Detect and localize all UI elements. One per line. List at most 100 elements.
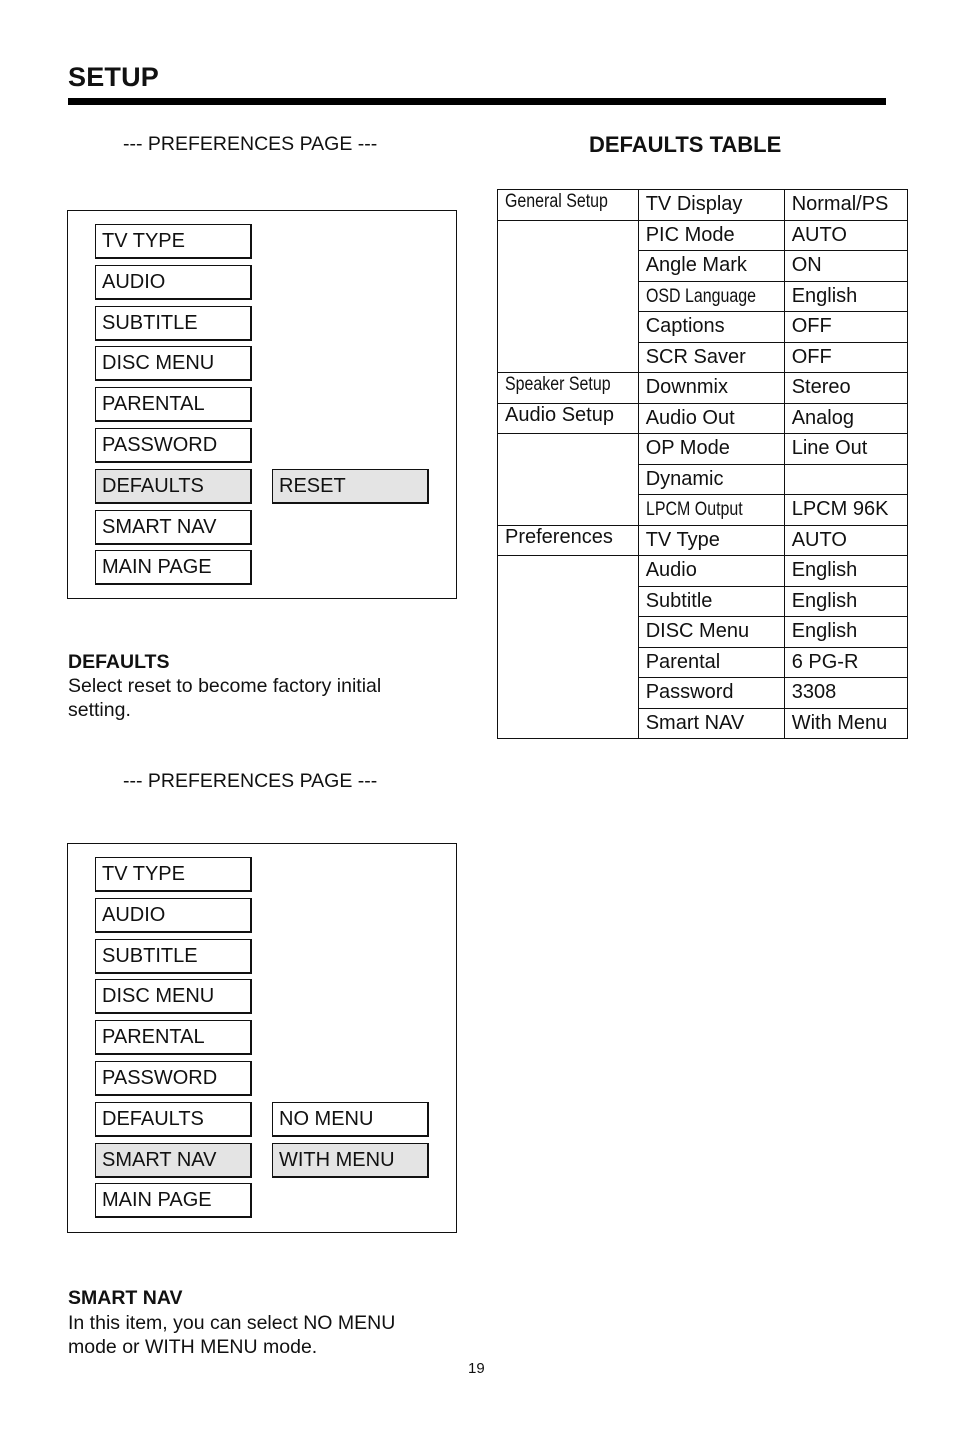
menu-item-subtitle[interactable]: SUBTITLE (95, 938, 252, 974)
setting-value-cell: LPCM 96K (783, 494, 908, 526)
page-title: SETUP (68, 62, 160, 92)
setting-value-cell: OFF (783, 311, 908, 343)
category-cell: General Setup (497, 189, 639, 221)
setting-name-cell: Parental (637, 646, 785, 678)
setting-name: Password (645, 681, 734, 704)
setting-name: OSD Language (645, 285, 756, 307)
setting-value: OFF (791, 315, 832, 338)
setting-name: Audio Out (645, 406, 735, 429)
setting-name: Downmix (645, 376, 728, 399)
menu-item-disc-menu[interactable]: DISC MENU (95, 979, 252, 1015)
category-cell-empty (497, 555, 639, 739)
setting-name-cell: Angle Mark (637, 250, 785, 282)
setting-value-cell: English (783, 585, 908, 617)
menu-item-smart-nav[interactable]: SMART NAV (95, 509, 252, 545)
setting-name-cell: LPCM Output (637, 494, 785, 526)
table-row: General Setup TV Display Normal/PS (497, 189, 908, 221)
setting-value-cell: ON (783, 250, 908, 282)
setting-name: DISC Menu (645, 620, 750, 643)
setting-name: PIC Mode (645, 223, 735, 246)
defaults-table: General Setup TV Display Normal/PS PIC Mode… (497, 189, 908, 739)
setting-value-cell: Normal/PS (783, 189, 908, 221)
setting-value: Stereo (791, 376, 851, 399)
preferences-menu-screen-2: TV TYPE AUDIO SUBTITLE DISC MENU PARENTAL PAS… (67, 843, 457, 1233)
title-rule (68, 98, 886, 105)
menu-item-subtitle[interactable]: SUBTITLE (95, 305, 252, 341)
preferences-page-heading-2: --- PREFERENCES PAGE --- (123, 770, 378, 792)
smart-nav-description-body: In this item, you can select NO MENU mod… (68, 1312, 396, 1358)
smart-nav-description-title: SMART NAV (68, 1287, 183, 1309)
setting-value-cell: English (783, 555, 908, 587)
menu-item-main-page[interactable]: MAIN PAGE (95, 1183, 252, 1219)
menu-item-defaults[interactable]: DEFAULTS (95, 468, 252, 504)
setting-value-cell: Analog (783, 402, 908, 434)
menu-item-disc-menu[interactable]: DISC MENU (95, 346, 252, 382)
setting-name-cell: DISC Menu (637, 616, 785, 648)
setting-value: ON (791, 254, 822, 277)
menu-item-password[interactable]: PASSWORD (95, 428, 252, 463)
setting-name: Smart NAV (645, 711, 745, 734)
menu-item-audio[interactable]: AUDIO (95, 897, 252, 933)
setting-value: AUTO (791, 223, 847, 246)
setting-value-cell: 6 PG-R (783, 646, 908, 678)
setting-name: Parental (645, 650, 721, 673)
setting-value-cell (783, 463, 908, 495)
menu-item-tv-type[interactable]: TV TYPE (95, 857, 252, 892)
setting-value: With Menu (791, 711, 888, 734)
setting-name-cell: Dynamic (637, 463, 785, 495)
setting-name: Subtitle (645, 589, 713, 612)
setting-name-cell: PIC Mode (637, 219, 785, 251)
defaults-description-title: DEFAULTS (68, 651, 170, 673)
setting-name-cell: Audio (637, 555, 785, 587)
option-with-menu[interactable]: WITH MENU (272, 1142, 429, 1178)
setting-value: English (791, 620, 858, 643)
setting-value-cell: OFF (783, 341, 908, 373)
page-number: 19 (468, 1360, 485, 1377)
category-label: Audio Setup (505, 403, 614, 426)
setting-name-cell: Audio Out (637, 402, 785, 434)
setting-name-cell: Subtitle (637, 585, 785, 617)
category-cell: Preferences (497, 524, 639, 556)
setting-value: 3308 (791, 681, 837, 704)
setting-value-cell: English (783, 616, 908, 648)
setting-name-cell: Downmix (637, 372, 785, 404)
setting-value: LPCM 96K (791, 498, 889, 521)
setting-value: 6 PG-R (791, 650, 859, 673)
defaults-description-body: Select reset to become factory initial s… (68, 675, 382, 721)
setting-name: TV Type (645, 528, 720, 551)
option-reset[interactable]: RESET (272, 468, 429, 504)
setting-value-cell: 3308 (783, 677, 908, 709)
setting-value-cell: AUTO (783, 524, 908, 556)
category-label: Speaker Setup (505, 374, 611, 395)
category-cell-empty (497, 219, 639, 373)
setting-value: OFF (791, 345, 832, 368)
setting-value: English (791, 284, 858, 307)
menu-item-tv-type[interactable]: TV TYPE (95, 224, 252, 259)
setting-value: Line Out (791, 437, 868, 460)
setting-name: TV Display (645, 193, 743, 216)
setting-name: Captions (645, 315, 725, 338)
menu-item-parental[interactable]: PARENTAL (95, 387, 252, 423)
category-cell-empty (497, 433, 639, 526)
menu-item-defaults[interactable]: DEFAULTS (95, 1101, 252, 1137)
setting-value: AUTO (791, 528, 847, 551)
setting-name-cell: Smart NAV (637, 707, 785, 739)
category-cell: Speaker Setup (497, 372, 639, 404)
setting-value-cell: With Menu (783, 707, 908, 739)
menu-item-password[interactable]: PASSWORD (95, 1061, 252, 1096)
table-row: OP Mode Line Out (497, 433, 908, 526)
setting-name-cell: TV Type (637, 524, 785, 556)
table-row: Audio Setup Audio Out Analog (497, 402, 908, 434)
menu-item-audio[interactable]: AUDIO (95, 264, 252, 300)
setting-value-cell: English (783, 280, 908, 312)
setting-value-cell: Stereo (783, 372, 908, 404)
setting-name: LPCM Output (645, 499, 743, 521)
setting-name-cell: OP Mode (637, 433, 785, 465)
option-no-menu[interactable]: NO MENU (272, 1101, 429, 1137)
menu-item-parental[interactable]: PARENTAL (95, 1020, 252, 1056)
category-label: General Setup (505, 191, 608, 212)
menu-item-smart-nav[interactable]: SMART NAV (95, 1142, 252, 1178)
preferences-page-heading: --- PREFERENCES PAGE --- (123, 133, 378, 155)
category-label: Preferences (505, 525, 613, 548)
menu-item-main-page[interactable]: MAIN PAGE (95, 550, 252, 586)
